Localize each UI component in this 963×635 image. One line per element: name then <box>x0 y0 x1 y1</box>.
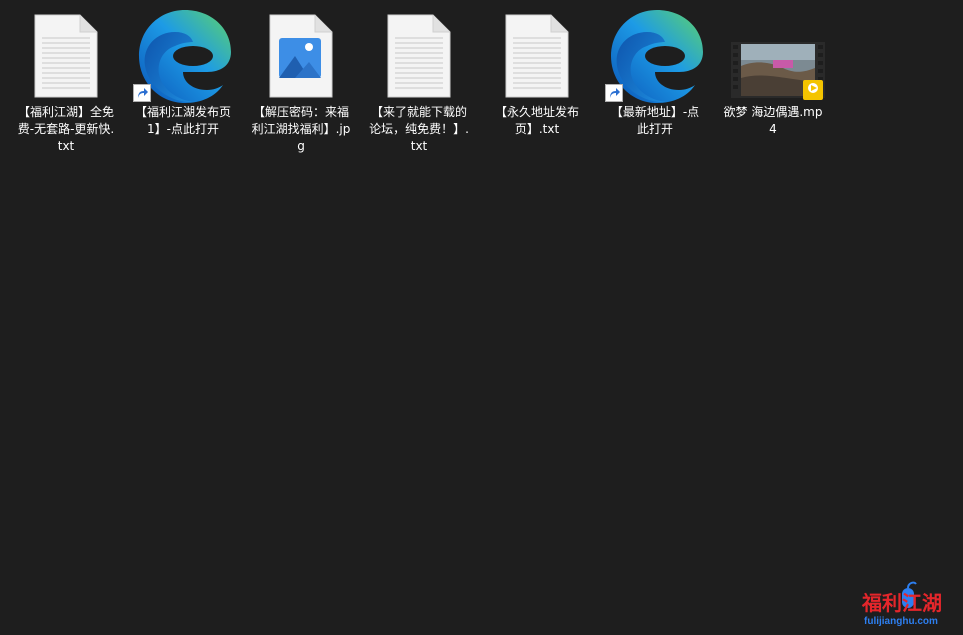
icon-container <box>251 4 351 104</box>
shortcut-arrow-icon <box>605 84 623 102</box>
watermark-logo: 福利江湖 fulijianghu.com <box>858 578 958 628</box>
desktop-item-forum-txt[interactable]: 【来了就能下载的论坛，纯免费！】.txt <box>369 4 469 162</box>
desktop-item-video-mp4[interactable]: 欲梦 海边偶遇.mp4 <box>723 4 825 162</box>
mouse-logo-icon: 福利江湖 fulijianghu.com <box>861 581 942 627</box>
file-label: 【最新地址】-点此打开 <box>610 105 700 136</box>
desktop-item-permanent-address-txt[interactable]: 【永久地址发布页】.txt <box>487 4 587 162</box>
file-label: 【福利江湖】全免费-无套路-更新快.txt <box>17 105 115 153</box>
file-label: 【永久地址发布页】.txt <box>494 105 579 136</box>
icon-container <box>723 4 825 104</box>
desktop-item-password-jpg[interactable]: 【解压密码：来福利江湖找福利】.jpg <box>251 4 351 162</box>
shortcut-arrow-icon <box>133 84 151 102</box>
watermark-title: 福利江湖 <box>861 592 942 615</box>
text-document-icon <box>34 14 98 98</box>
video-file-icon <box>731 42 825 100</box>
file-label: 【福利江湖发布页1】-点此打开 <box>134 105 231 136</box>
watermark-url: fulijianghu.com <box>864 616 938 627</box>
file-label: 欲梦 海边偶遇.mp4 <box>723 105 823 136</box>
file-label: 【来了就能下载的论坛，纯免费！】.txt <box>369 105 469 153</box>
icon-container <box>133 4 233 104</box>
icon-container <box>487 4 587 104</box>
image-file-icon <box>269 14 333 98</box>
desktop-item-fulijianghu-shortcut[interactable]: 【福利江湖发布页1】-点此打开 <box>133 4 233 162</box>
text-document-icon <box>387 14 451 98</box>
icon-container <box>369 4 469 104</box>
desktop-item-latest-address-shortcut[interactable]: 【最新地址】-点此打开 <box>605 4 705 162</box>
desktop: 【福利江湖】全免费-无套路-更新快.txt 【福利江湖发布页1】-点此打开 【解… <box>0 0 963 635</box>
text-document-icon <box>505 14 569 98</box>
icon-container <box>16 4 116 104</box>
icon-container <box>605 4 705 104</box>
desktop-item-fulijianghu-txt[interactable]: 【福利江湖】全免费-无套路-更新快.txt <box>16 4 116 162</box>
file-label: 【解压密码：来福利江湖找福利】.jpg <box>251 105 351 153</box>
